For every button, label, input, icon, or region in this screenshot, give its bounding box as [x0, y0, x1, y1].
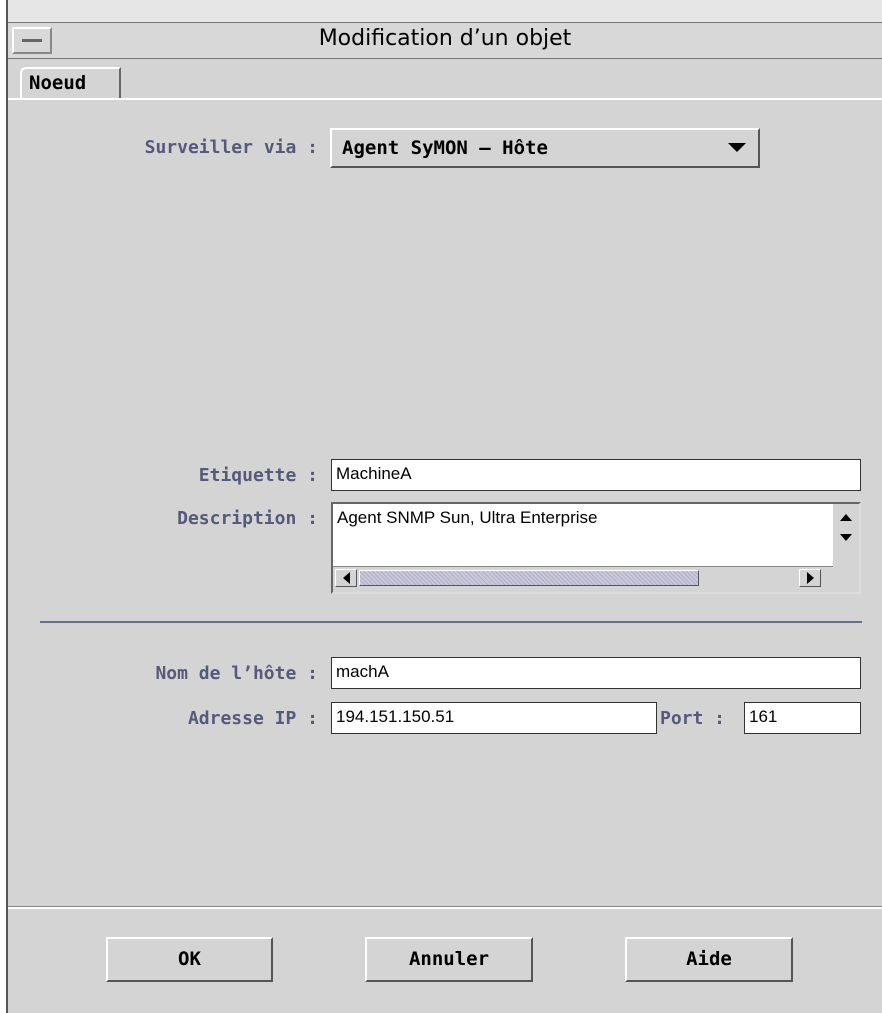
window-title: Modification d’un objet: [318, 26, 572, 51]
title-bar[interactable]: Modification d’un objet: [8, 22, 882, 59]
scroll-right-icon: [806, 572, 814, 584]
description-textarea[interactable]: Agent SNMP Sun, Ultra Enterprise: [331, 502, 861, 594]
cancel-button[interactable]: Annuler: [365, 937, 533, 982]
scroll-right-button[interactable]: [799, 569, 821, 587]
ok-button[interactable]: OK: [106, 937, 273, 982]
label-input[interactable]: MachineA: [331, 459, 861, 491]
horizontal-scrollbar[interactable]: [333, 566, 833, 590]
scroll-left-icon: [342, 572, 350, 584]
tab-noeud[interactable]: Noeud: [20, 67, 121, 100]
scroll-down-icon: [840, 534, 852, 541]
description-text[interactable]: Agent SNMP Sun, Ultra Enterprise: [333, 504, 833, 568]
scroll-up-icon: [840, 514, 852, 521]
tab-strip: Noeud: [8, 59, 882, 100]
window-top-strip: [8, 0, 882, 22]
port-input[interactable]: 161: [744, 702, 861, 734]
label-field-label: Etiquette :: [198, 465, 318, 486]
help-button[interactable]: Aide: [625, 937, 793, 982]
section-separator: [40, 621, 862, 623]
hostname-input[interactable]: machA: [331, 657, 861, 689]
horizontal-scroll-thumb[interactable]: [359, 570, 699, 586]
monitor-label: Surveiller via :: [144, 137, 318, 158]
button-bar-divider: [8, 906, 882, 909]
hostname-label: Nom de l’hôte :: [155, 663, 318, 684]
scroll-up-button[interactable]: [836, 508, 856, 528]
ip-address-input[interactable]: 194.151.150.51: [331, 702, 657, 734]
monitor-dropdown[interactable]: Agent SyMON – Hôte: [330, 128, 760, 168]
description-label: Description :: [177, 508, 318, 529]
monitor-dropdown-value: Agent SyMON – Hôte: [342, 137, 548, 159]
dropdown-arrow-icon: [728, 143, 746, 152]
ip-address-label: Adresse IP :: [187, 708, 318, 729]
tab-panel: Surveiller via : Agent SyMON – Hôte Etiq…: [8, 98, 882, 906]
dialog-window: Modification d’un objet Noeud Surveiller…: [6, 0, 882, 1013]
port-label: Port :: [660, 708, 726, 729]
scroll-left-button[interactable]: [335, 569, 357, 587]
scroll-down-button[interactable]: [836, 528, 856, 548]
vertical-scrollbar[interactable]: [833, 504, 859, 568]
